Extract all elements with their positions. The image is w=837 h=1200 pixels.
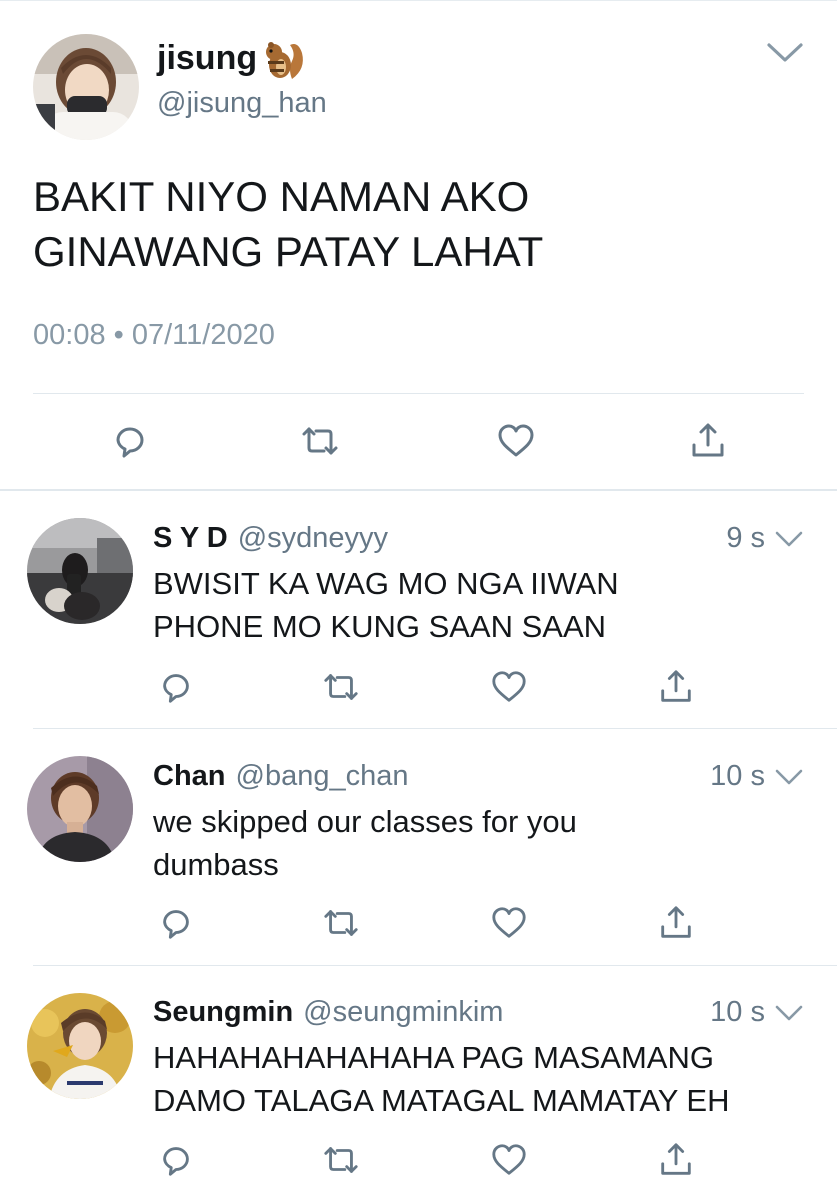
reply-text-line: we skipped our classes for you — [153, 804, 577, 839]
avatar[interactable] — [27, 993, 133, 1099]
reply-header: Chan @bang_chan — [153, 760, 408, 793]
display-name[interactable]: jisung — [157, 39, 257, 78]
action-bar — [0, 421, 837, 465]
avatar-image — [33, 34, 139, 140]
chipmunk-emoji-icon — [262, 39, 306, 81]
like-icon[interactable] — [490, 668, 528, 706]
avatar-image — [27, 756, 133, 862]
retweet-icon[interactable] — [322, 1141, 360, 1179]
tweet-text-line: BAKIT NIYO NAMAN AKO — [33, 173, 530, 220]
display-name[interactable]: S Y D — [153, 522, 228, 554]
reply-text: BWISIT KA WAG MO NGA IIWAN PHONE MO KUNG… — [153, 562, 813, 648]
reply-tweet[interactable]: Chan @bang_chan 10 s we skipped our class… — [0, 729, 837, 966]
retweet-icon[interactable] — [322, 904, 360, 942]
reply-icon[interactable] — [110, 421, 150, 461]
share-icon[interactable] — [657, 1141, 695, 1179]
reply-text: we skipped our classes for you dumbass — [153, 800, 813, 886]
handle[interactable]: @sydneyyy — [238, 522, 388, 554]
reply-icon[interactable] — [157, 904, 195, 942]
timestamp[interactable]: 00:08 • 07/11/2020 — [33, 319, 275, 352]
retweet-icon[interactable] — [322, 668, 360, 706]
avatar-image — [27, 993, 133, 1099]
reply-tweet[interactable]: S Y D @sydneyyy 9 s BWISIT KA WAG MO NGA … — [0, 491, 837, 728]
reply-header: S Y D @sydneyyy — [153, 522, 388, 555]
display-name[interactable]: Seungmin — [153, 996, 293, 1028]
like-icon[interactable] — [496, 421, 536, 461]
action-bar — [0, 1141, 837, 1181]
time-separator: • — [113, 319, 124, 351]
action-bar — [0, 904, 837, 944]
reply-text-line: HAHAHAHAHAHAHA PAG MASAMANG — [153, 1040, 714, 1075]
chevron-down-icon[interactable] — [775, 1004, 803, 1022]
like-icon[interactable] — [490, 1141, 528, 1179]
avatar[interactable] — [27, 518, 133, 624]
reply-icon[interactable] — [157, 1141, 195, 1179]
share-icon[interactable] — [657, 668, 695, 706]
reply-text-line: dumbass — [153, 847, 279, 882]
chevron-down-icon[interactable] — [766, 41, 804, 65]
divider — [33, 393, 804, 394]
action-bar — [0, 668, 837, 708]
retweet-icon[interactable] — [300, 421, 340, 461]
reply-text-line: BWISIT KA WAG MO NGA IIWAN — [153, 566, 619, 601]
reply-text: HAHAHAHAHAHAHA PAG MASAMANG DAMO TALAGA … — [153, 1036, 813, 1122]
tweet-text: BAKIT NIYO NAMAN AKO GINAWANG PATAY LAHA… — [33, 169, 793, 279]
avatar[interactable] — [27, 756, 133, 862]
reply-tweet[interactable]: Seungmin @seungminkim 10 s HAHAHAHAHAHAHA… — [0, 966, 837, 1200]
reply-time[interactable]: 9 s — [726, 522, 765, 555]
share-icon[interactable] — [688, 421, 728, 461]
tweet-time: 00:08 — [33, 319, 106, 351]
chevron-down-icon[interactable] — [775, 768, 803, 786]
main-tweet: jisung @jisung_han BAKIT NIYO NAMAN AKO … — [0, 0, 837, 490]
handle[interactable]: @bang_chan — [236, 760, 409, 792]
chevron-down-icon[interactable] — [775, 530, 803, 548]
share-icon[interactable] — [657, 904, 695, 942]
reply-time[interactable]: 10 s — [710, 996, 765, 1029]
reply-header: Seungmin @seungminkim — [153, 996, 503, 1029]
avatar[interactable] — [33, 34, 139, 140]
reply-text-line: DAMO TALAGA MATAGAL MAMATAY EH — [153, 1083, 730, 1118]
reply-time[interactable]: 10 s — [710, 760, 765, 793]
tweet-date: 07/11/2020 — [131, 319, 275, 351]
tweet-text-line: GINAWANG PATAY LAHAT — [33, 228, 544, 275]
avatar-image — [27, 518, 133, 624]
handle[interactable]: @jisung_han — [157, 87, 327, 120]
like-icon[interactable] — [490, 904, 528, 942]
handle[interactable]: @seungminkim — [303, 996, 503, 1028]
reply-text-line: PHONE MO KUNG SAAN SAAN — [153, 609, 607, 644]
display-name[interactable]: Chan — [153, 760, 226, 792]
reply-icon[interactable] — [157, 668, 195, 706]
